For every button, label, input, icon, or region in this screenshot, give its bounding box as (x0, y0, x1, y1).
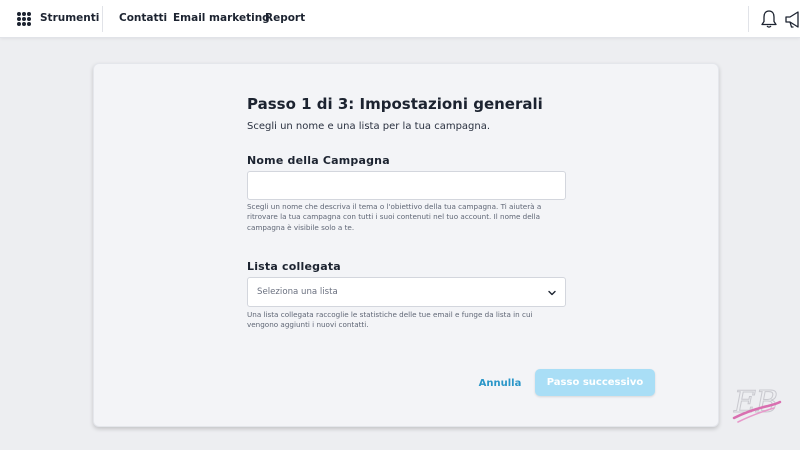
nav-report-link[interactable]: Report (265, 12, 305, 24)
nav-contacts-link[interactable]: Contatti (119, 12, 167, 24)
megaphone-icon[interactable] (784, 9, 800, 29)
step-subtitle: Scegli un nome e una lista per la tua ca… (247, 121, 491, 132)
nav-right-divider (748, 6, 749, 32)
linked-list-label: Lista collegata (247, 260, 341, 273)
nav-tools-link[interactable]: Strumenti (40, 12, 99, 24)
linked-list-help-text: Una lista collegata raccoglie le statist… (247, 310, 533, 330)
bell-icon[interactable] (760, 9, 778, 29)
nav-email-marketing-link[interactable]: Email marketing (173, 12, 270, 24)
step-title: Passo 1 di 3: Impostazioni generali (247, 95, 543, 113)
linked-list-select[interactable]: Seleziona una lista (247, 277, 566, 307)
linked-list-placeholder: Seleziona una lista (257, 287, 338, 297)
top-navigation-bar: Strumenti Contatti Email marketing Repor… (0, 0, 800, 38)
apps-grid-icon[interactable] (17, 12, 31, 26)
chevron-down-icon (548, 290, 556, 296)
campaign-name-label: Nome della Campagna (247, 154, 390, 167)
next-step-button[interactable]: Passo successivo (535, 369, 655, 396)
cancel-button[interactable]: Annulla (477, 374, 523, 392)
nav-divider (102, 6, 103, 32)
eb-watermark-logo: EB (733, 385, 782, 423)
campaign-name-input[interactable] (247, 171, 566, 200)
campaign-name-help-text: Scegli un nome che descriva il tema o l'… (247, 202, 542, 232)
